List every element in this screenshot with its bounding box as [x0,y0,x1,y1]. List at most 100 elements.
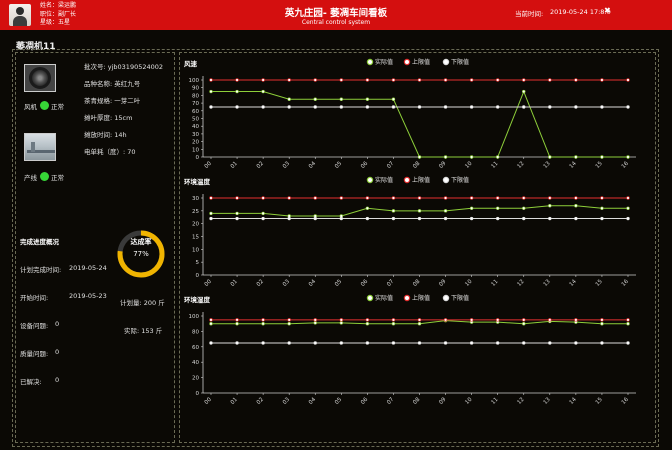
data-point-actual[interactable] [339,97,344,101]
data-point-actual[interactable] [261,211,265,216]
legend-label-upper-limit[interactable]: 上限值 [412,58,430,66]
legend-marker-upper-limit[interactable] [403,58,411,66]
data-point-upper-limit[interactable] [235,196,239,200]
data-point-upper-limit[interactable] [495,196,500,200]
data-point-lower-limit[interactable] [469,216,474,221]
data-point-upper-limit[interactable] [626,78,630,82]
legend-marker-actual[interactable] [366,294,374,302]
data-point-lower-limit[interactable] [495,216,500,221]
legend-marker-actual[interactable] [366,58,374,66]
data-point-upper-limit[interactable] [339,318,344,322]
data-point-lower-limit[interactable] [548,341,552,345]
data-point-actual[interactable] [235,211,239,216]
data-point-upper-limit[interactable] [600,318,604,322]
data-point-actual[interactable] [495,155,500,159]
data-point-upper-limit[interactable] [548,318,552,322]
data-point-lower-limit[interactable] [574,216,578,221]
data-point-upper-limit[interactable] [600,196,604,200]
data-point-upper-limit[interactable] [548,196,552,200]
data-point-lower-limit[interactable] [600,341,604,345]
legend-label-actual[interactable]: 实际值 [375,58,393,66]
data-point-actual[interactable] [626,322,630,326]
data-point-actual[interactable] [548,204,552,208]
data-point-actual[interactable] [391,322,396,326]
data-point-lower-limit[interactable] [600,216,604,221]
data-point-lower-limit[interactable] [339,105,344,109]
data-point-upper-limit[interactable] [365,78,370,82]
data-point-upper-limit[interactable] [209,196,213,200]
data-point-actual[interactable] [417,322,422,326]
data-point-actual[interactable] [443,209,448,213]
data-point-lower-limit[interactable] [417,105,422,109]
data-point-actual[interactable] [235,322,239,326]
legend-marker-lower-limit[interactable] [442,58,450,66]
data-point-upper-limit[interactable] [313,318,317,322]
data-point-upper-limit[interactable] [209,318,213,322]
data-point-lower-limit[interactable] [548,105,552,109]
data-point-lower-limit[interactable] [339,216,344,221]
data-point-actual[interactable] [339,321,344,325]
data-point-lower-limit[interactable] [574,341,578,345]
data-point-actual[interactable] [626,155,630,159]
data-point-lower-limit[interactable] [574,105,578,109]
data-point-upper-limit[interactable] [626,196,630,200]
legend-label-lower-limit[interactable]: 下限值 [451,58,469,66]
data-point-upper-limit[interactable] [522,196,526,200]
data-point-upper-limit[interactable] [313,196,317,200]
data-point-lower-limit[interactable] [522,341,526,345]
data-point-upper-limit[interactable] [495,78,500,82]
legend-marker-upper-limit[interactable] [403,176,411,184]
data-point-lower-limit[interactable] [443,105,448,109]
data-point-upper-limit[interactable] [235,318,239,322]
data-point-lower-limit[interactable] [287,216,291,221]
data-point-upper-limit[interactable] [443,196,448,200]
data-point-upper-limit[interactable] [365,196,370,200]
data-point-upper-limit[interactable] [261,318,265,322]
data-point-lower-limit[interactable] [626,341,630,345]
data-point-lower-limit[interactable] [209,105,213,109]
data-point-upper-limit[interactable] [469,78,474,82]
data-point-upper-limit[interactable] [287,318,291,322]
data-point-actual[interactable] [522,322,526,326]
data-point-actual[interactable] [469,155,474,159]
data-point-lower-limit[interactable] [443,216,448,221]
data-point-upper-limit[interactable] [600,78,604,82]
data-point-lower-limit[interactable] [522,105,526,109]
data-point-upper-limit[interactable] [391,78,396,82]
data-point-actual[interactable] [626,206,630,210]
data-point-upper-limit[interactable] [287,78,291,82]
legend-label-lower-limit[interactable]: 下限值 [451,176,469,184]
data-point-actual[interactable] [469,206,474,210]
data-point-upper-limit[interactable] [261,196,265,200]
data-point-lower-limit[interactable] [495,341,500,345]
data-point-lower-limit[interactable] [600,105,604,109]
data-point-actual[interactable] [287,97,291,101]
data-point-lower-limit[interactable] [339,341,344,345]
data-point-actual[interactable] [313,321,317,325]
data-point-actual[interactable] [600,322,604,326]
data-point-lower-limit[interactable] [495,105,500,109]
data-point-actual[interactable] [548,155,552,159]
legend-marker-lower-limit[interactable] [442,176,450,184]
data-point-upper-limit[interactable] [443,78,448,82]
legend-label-upper-limit[interactable]: 上限值 [412,294,430,302]
data-point-upper-limit[interactable] [209,78,213,82]
data-point-lower-limit[interactable] [417,341,422,345]
data-point-upper-limit[interactable] [574,196,578,200]
legend-marker-upper-limit[interactable] [403,294,411,302]
data-point-lower-limit[interactable] [313,341,317,345]
data-point-lower-limit[interactable] [235,341,239,345]
data-point-actual[interactable] [391,209,396,213]
data-point-actual[interactable] [600,155,604,159]
data-point-lower-limit[interactable] [313,216,317,221]
data-point-lower-limit[interactable] [391,216,396,221]
data-point-lower-limit[interactable] [548,216,552,221]
data-point-upper-limit[interactable] [574,78,578,82]
data-point-lower-limit[interactable] [443,341,448,345]
data-point-upper-limit[interactable] [261,78,265,82]
data-point-lower-limit[interactable] [209,216,213,221]
data-point-lower-limit[interactable] [209,341,213,345]
data-point-upper-limit[interactable] [469,318,474,322]
data-point-lower-limit[interactable] [365,341,370,345]
data-point-lower-limit[interactable] [261,341,265,345]
